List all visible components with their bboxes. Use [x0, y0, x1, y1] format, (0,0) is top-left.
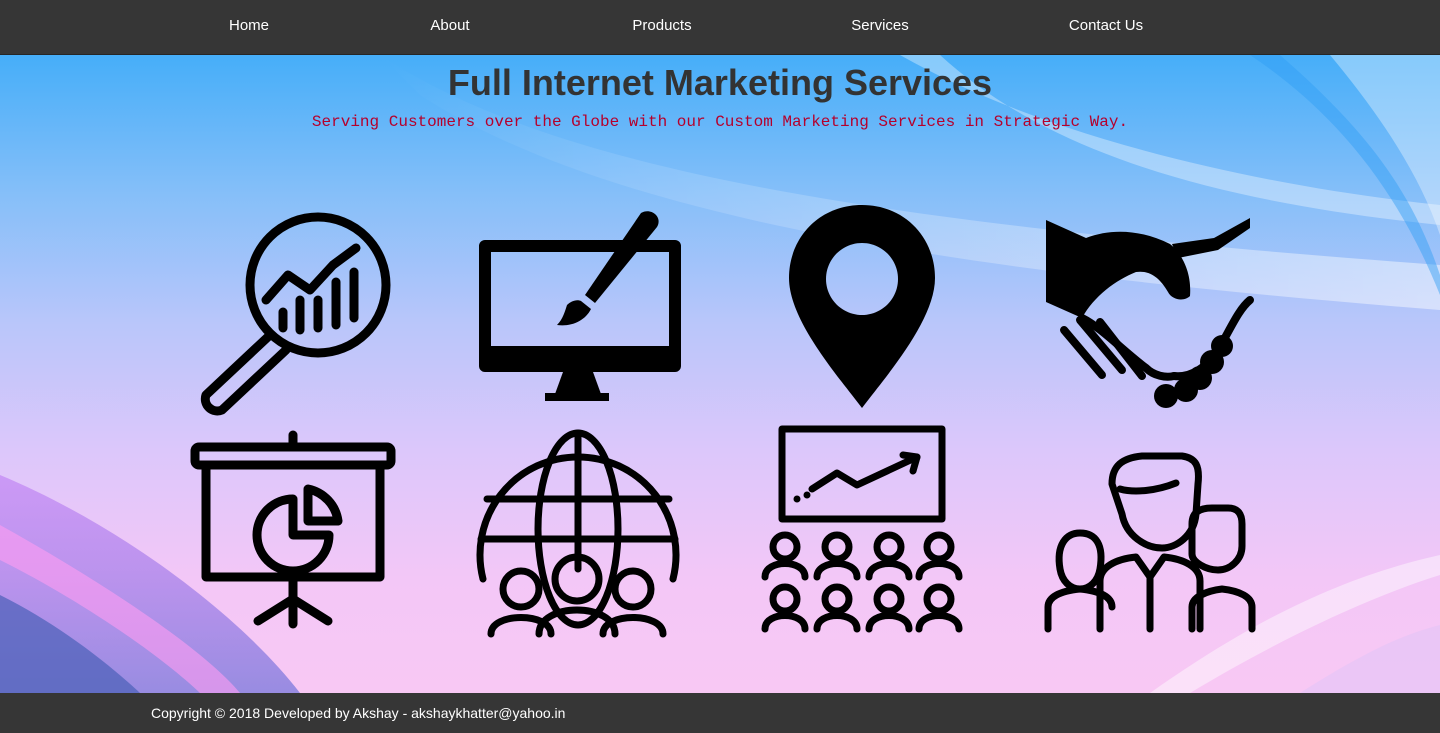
nav-about-link[interactable]: About	[430, 17, 469, 34]
nav-products-link[interactable]: Products	[632, 17, 691, 34]
presentation-pie-chart-icon	[188, 429, 398, 639]
team-people-icon	[1042, 429, 1256, 639]
page-subtitle: Serving Customers over the Globe with ou…	[311, 113, 1129, 131]
top-navigation: Home About Products Services Contact Us	[0, 0, 1440, 55]
nav-home-link[interactable]: Home	[229, 17, 269, 34]
location-pin-icon	[757, 200, 967, 410]
monitor-paintbrush-icon	[473, 205, 683, 415]
page-title: Full Internet Marketing Services	[447, 62, 993, 103]
nav-contact-link[interactable]: Contact Us	[1069, 17, 1143, 34]
analytics-magnifier-icon	[188, 200, 398, 416]
hero-section: Full Internet Marketing Services Serving…	[0, 55, 1440, 693]
footer: Copyright © 2018 Developed by Akshay - a…	[0, 693, 1440, 733]
copyright-text: Copyright © 2018 Developed by Akshay - a…	[151, 705, 566, 721]
globe-team-icon	[473, 429, 683, 639]
handshake-icon	[1042, 200, 1254, 410]
audience-growth-chart-icon	[757, 425, 967, 639]
nav-services-link[interactable]: Services	[851, 17, 909, 34]
